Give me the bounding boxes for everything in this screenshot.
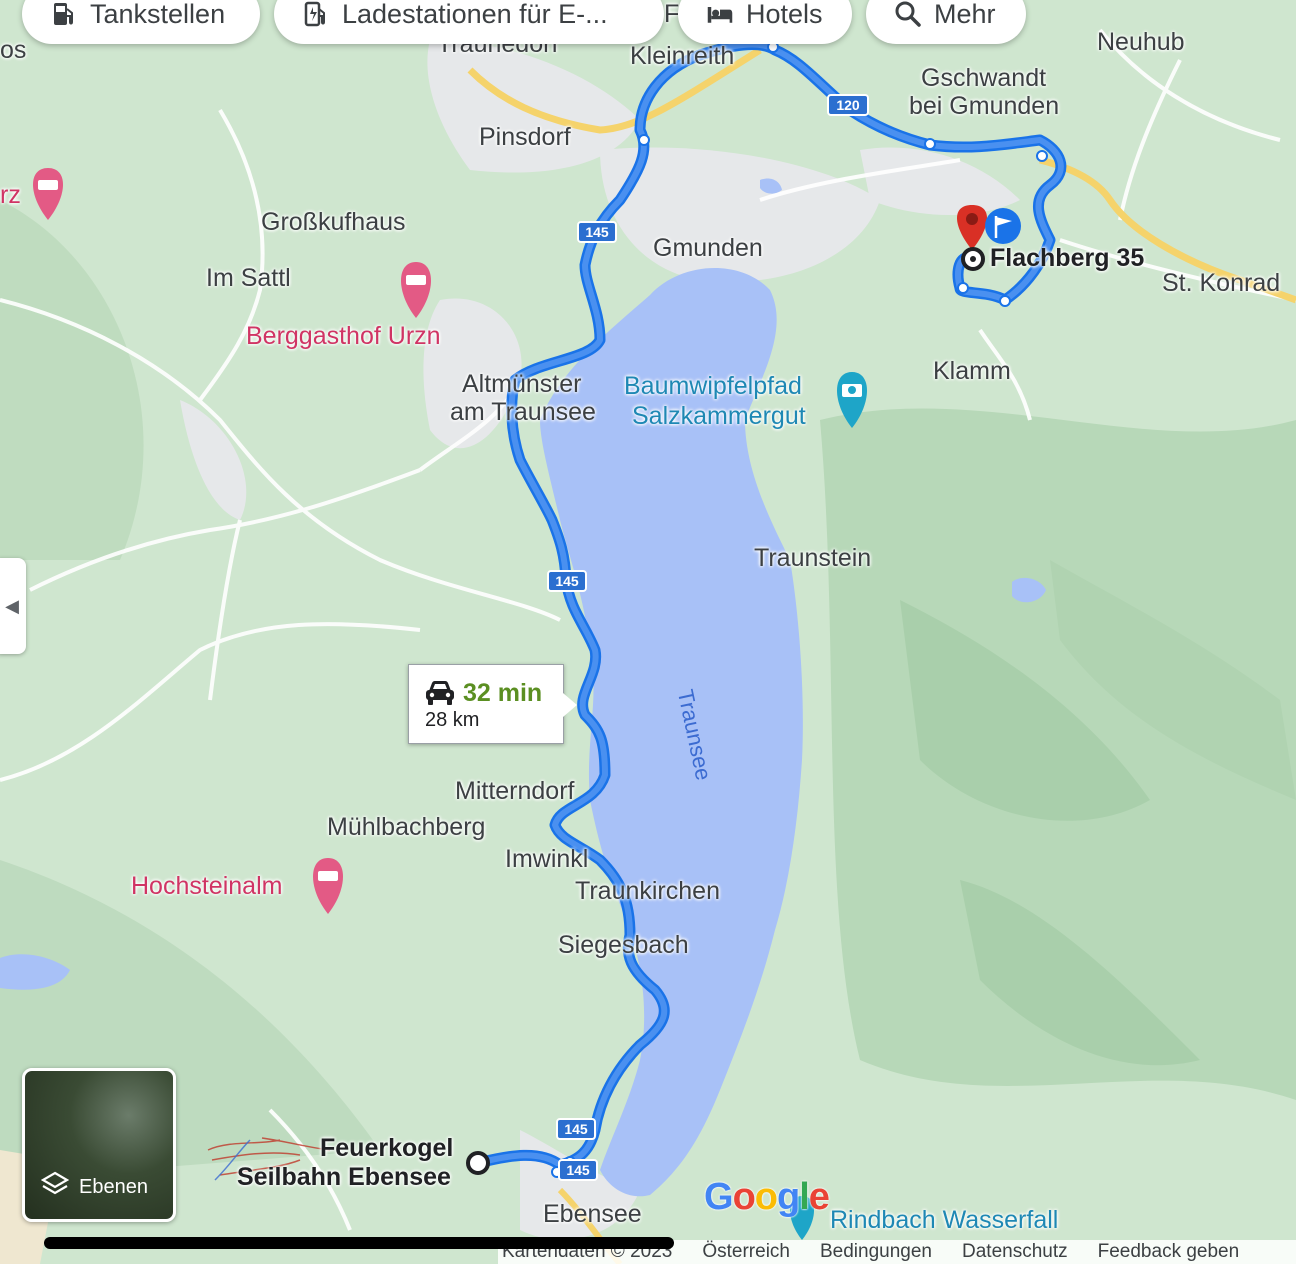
place-label-feuerkogel-2[interactable]: Seilbahn Ebensee: [237, 1163, 451, 1192]
place-label-altmuenster-2: am Traunsee: [450, 398, 596, 426]
svg-text:145: 145: [585, 224, 609, 240]
route-duration: 32 min: [463, 679, 543, 707]
place-label-muehlbachberg: Mühlbachberg: [327, 813, 486, 841]
place-label-baumwipfelpfad[interactable]: Baumwipfelpfad: [624, 372, 802, 401]
shield-120: 120: [827, 94, 869, 116]
svg-text:145: 145: [564, 1121, 588, 1137]
place-label-rindbach[interactable]: Rindbach Wasserfall: [830, 1206, 1058, 1235]
chip-label: Mehr: [934, 0, 996, 29]
map-canvas[interactable]: 145 145 145 145 120: [0, 0, 1296, 1264]
place-label-feuerkogel[interactable]: Feuerkogel: [320, 1134, 453, 1163]
footer-terms-link[interactable]: Bedingungen: [820, 1241, 932, 1263]
shield-145-d: 145: [558, 1159, 598, 1181]
layers-button[interactable]: Ebenen: [22, 1068, 176, 1222]
chip-label: Hotels: [746, 0, 823, 29]
footer-privacy-link[interactable]: Datenschutz: [962, 1241, 1068, 1263]
place-label-st-konrad: St. Konrad: [1162, 269, 1281, 297]
place-label-berggasthof[interactable]: Berggasthof Urzn: [246, 322, 441, 351]
home-indicator: [44, 1237, 674, 1249]
place-label-pinsdorf: Pinsdorf: [479, 123, 571, 151]
ev-charger-icon: [302, 0, 330, 28]
place-label-imwinkl: Imwinkl: [505, 845, 589, 873]
filter-chip-row: Tankstellen Ladestationen für E-... Hote…: [22, 0, 1026, 44]
place-label-siegesbach: Siegesbach: [558, 931, 689, 959]
shield-145-b: 145: [547, 570, 587, 592]
route-info-card[interactable]: 32 min 28 km: [408, 664, 577, 744]
flag-icon: [985, 208, 1021, 244]
place-label-im-sattl: Im Sattl: [206, 264, 291, 292]
place-label-neuhub: Neuhub: [1097, 28, 1185, 56]
svg-text:145: 145: [555, 573, 579, 589]
chip-fuel-stations[interactable]: Tankstellen: [22, 0, 260, 44]
footer-country[interactable]: Österreich: [702, 1241, 790, 1263]
place-label-gschwandt: Gschwandt: [921, 64, 1047, 92]
place-label-partial-hotel[interactable]: rz: [0, 181, 21, 210]
place-label-traunstein: Traunstein: [754, 544, 872, 572]
shield-145-c: 145: [556, 1118, 596, 1140]
place-label-salzkammergut[interactable]: Salzkammergut: [632, 402, 806, 431]
place-label-ebensee: Ebensee: [543, 1200, 642, 1228]
destination-label[interactable]: Flachberg 35: [990, 244, 1144, 273]
place-label-klamm: Klamm: [933, 357, 1011, 385]
place-label-gmunden: Gmunden: [653, 234, 763, 262]
chip-more[interactable]: Mehr: [866, 0, 1026, 44]
layers-label: Ebenen: [79, 1176, 148, 1198]
car-icon: [423, 679, 457, 712]
side-panel-toggle[interactable]: ◀: [0, 558, 26, 654]
place-label-hochsteinalm[interactable]: Hochsteinalm: [131, 872, 282, 901]
svg-text:145: 145: [566, 1162, 590, 1178]
chip-hotels[interactable]: Hotels: [678, 0, 852, 44]
chip-ev-chargers[interactable]: Ladestationen für E-...: [274, 0, 664, 44]
hotel-bed-icon: [706, 0, 734, 28]
origin-marker: [466, 1151, 490, 1175]
place-label-grosskufhaus: Großkufhaus: [261, 208, 406, 236]
footer-feedback-link[interactable]: Feedback geben: [1098, 1241, 1240, 1263]
place-label-altmuenster: Altmünster: [462, 370, 582, 398]
fuel-icon: [50, 0, 78, 28]
svg-text:120: 120: [836, 97, 860, 113]
search-icon: [894, 0, 922, 28]
chevron-left-icon: ◀: [5, 595, 19, 616]
layers-icon: [40, 1170, 70, 1203]
destination-marker: [961, 247, 985, 271]
chip-label: Tankstellen: [90, 0, 226, 29]
place-label-gschwandt-2: bei Gmunden: [909, 92, 1060, 120]
chip-label: Ladestationen für E-...: [342, 0, 608, 29]
shield-145-a: 145: [577, 221, 617, 243]
route-distance: 28 km: [425, 709, 480, 731]
google-logo: Google: [704, 1176, 830, 1218]
place-label-kleinreith: Kleinreith: [630, 42, 735, 70]
place-label-traunkirchen: Traunkirchen: [575, 877, 720, 905]
place-label-mitterndorf: Mitterndorf: [455, 777, 575, 805]
